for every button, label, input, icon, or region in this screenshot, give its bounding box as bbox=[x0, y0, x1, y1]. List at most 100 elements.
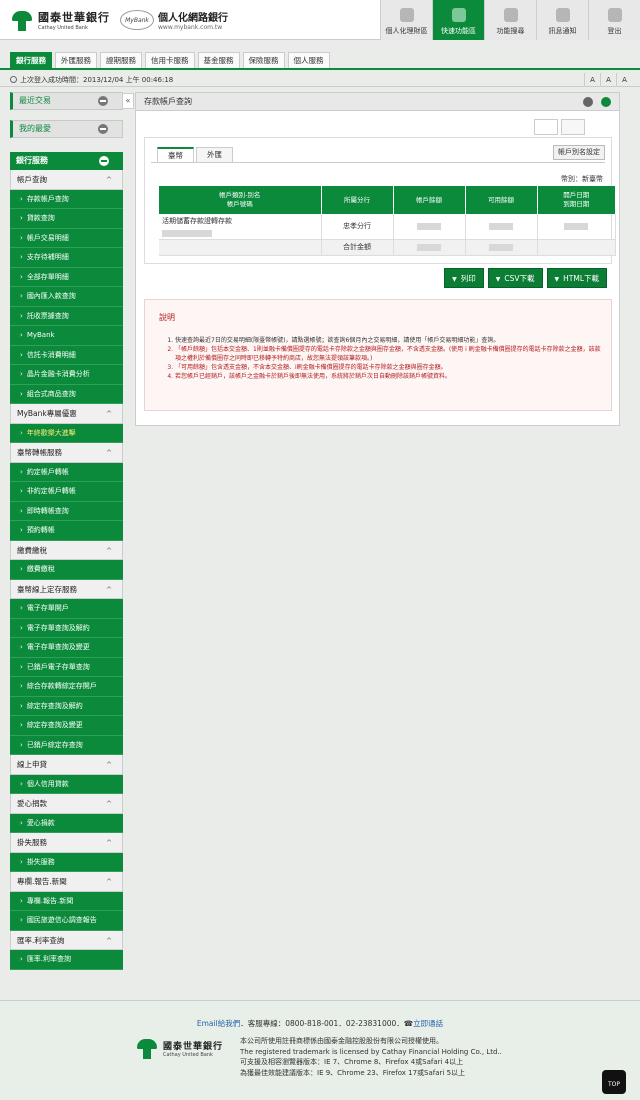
alias-settings-button[interactable]: 帳戶別名設定 bbox=[553, 145, 605, 160]
sidebar-category[interactable]: 掛失服務 bbox=[10, 833, 123, 853]
sidebar-item[interactable]: 預約轉帳 bbox=[10, 521, 123, 541]
sidebar-item[interactable]: 電子存單開戶 bbox=[10, 599, 123, 619]
tab-foreign[interactable]: 外匯 bbox=[196, 147, 233, 162]
email-link[interactable]: Email給我們 bbox=[197, 1019, 240, 1028]
settings-icon[interactable] bbox=[583, 97, 593, 107]
tab-fund[interactable]: 基金服務 bbox=[197, 52, 240, 68]
account-cell[interactable]: 活期儲蓄存款證轉存款 bbox=[159, 214, 322, 240]
sidebar-item[interactable]: 帳戶交易明細 bbox=[10, 228, 123, 248]
sidebar-category[interactable]: 專欄.報告.新聞 bbox=[10, 872, 123, 892]
font-small-button[interactable]: A bbox=[584, 73, 600, 86]
sidebar-item[interactable]: 電子存單查詢及解約 bbox=[10, 618, 123, 638]
sidebar-item[interactable]: 愛心捐款 bbox=[10, 813, 123, 833]
sidebar-item[interactable]: 年終歡樂大進擊 bbox=[10, 423, 123, 443]
sidebar-item[interactable]: 即時轉帳查詢 bbox=[10, 501, 123, 521]
nav-quick[interactable]: 快速功能區 bbox=[432, 0, 484, 40]
col-account: 帳戶類別-別名 帳戶號碼 bbox=[159, 186, 322, 214]
sidebar-category[interactable]: 帳戶查詢 bbox=[10, 170, 123, 190]
nav-logout[interactable]: 登出 bbox=[588, 0, 640, 40]
sidebar-item[interactable]: 專欄.報告.新聞 bbox=[10, 891, 123, 911]
csv-download-button[interactable]: CSV下載 bbox=[487, 268, 543, 288]
collapse-panel-icon[interactable] bbox=[601, 97, 611, 107]
collapse-icon[interactable] bbox=[99, 156, 109, 166]
nav-search[interactable]: 功能搜尋 bbox=[484, 0, 536, 40]
note-item: 若您帳戶已經銷戶，該帳戶之金融卡於銷戶後即無法使用，系統將於銷戶次日自動刪除該銷… bbox=[175, 372, 601, 381]
sidebar-category[interactable]: 繳費繳稅 bbox=[10, 540, 123, 560]
total-label: 合計金額 bbox=[321, 239, 394, 256]
login-info-bar: 上次登入成功時間：2013/12/04 上午 00:46:18 A A A bbox=[0, 73, 640, 87]
balance-cell bbox=[393, 214, 466, 240]
back-to-top-button[interactable]: TOP bbox=[602, 1070, 626, 1094]
header: 國泰世華銀行 Cathay United Bank MyBank 個人化網路銀行 w… bbox=[0, 0, 640, 40]
sidebar-item[interactable]: 綜定存查詢及變更 bbox=[10, 716, 123, 736]
sidebar-item[interactable]: 託收票據查詢 bbox=[10, 306, 123, 326]
call-now-link[interactable]: 立即通話 bbox=[413, 1019, 443, 1028]
sidebar-category[interactable]: MyBank專屬優惠 bbox=[10, 404, 123, 424]
tab-personal[interactable]: 個人服務 bbox=[287, 52, 330, 68]
my-favorites[interactable]: 我的最愛 bbox=[10, 120, 123, 138]
currency-tabs: 臺幣 外匯 bbox=[157, 147, 235, 162]
sidebar-item[interactable]: 組合式商品查詢 bbox=[10, 384, 123, 404]
total-available bbox=[465, 239, 538, 256]
sidebar-category[interactable]: 匯率.利率查詢 bbox=[10, 930, 123, 950]
page-title: 存款帳戶查詢 bbox=[144, 97, 192, 106]
view-switcher bbox=[531, 119, 585, 135]
print-button[interactable]: 列印 bbox=[444, 268, 484, 288]
sidebar-item[interactable]: 已銷戶綜定存查詢 bbox=[10, 735, 123, 755]
bank-services-header[interactable]: 銀行服務 bbox=[10, 152, 123, 170]
sidebar-item[interactable]: 綜定存查詢及解約 bbox=[10, 696, 123, 716]
total-row: 合計金額 bbox=[159, 239, 616, 256]
tab-securities[interactable]: 證期服務 bbox=[100, 52, 142, 68]
nav-personal[interactable]: 個人化理財區 bbox=[380, 0, 432, 40]
grid-view-icon[interactable] bbox=[561, 119, 585, 135]
sidebar-category[interactable]: 臺幣線上定存服務 bbox=[10, 579, 123, 599]
tab-twd[interactable]: 臺幣 bbox=[157, 147, 194, 162]
notes-box: 說明 快速查詢最近7日的交易明細(限臺幣帳號)，請點選帳號；欲查詢6個月內之交易… bbox=[144, 299, 612, 411]
sidebar-item[interactable]: 國民旅遊信心調查報告 bbox=[10, 911, 123, 931]
cathay-logo[interactable]: 國泰世華銀行 Cathay United Bank bbox=[10, 8, 110, 32]
sidebar-item[interactable]: 匯率.利率查詢 bbox=[10, 950, 123, 970]
search-icon bbox=[503, 8, 518, 22]
collapse-icon[interactable] bbox=[98, 96, 108, 106]
sidebar-item[interactable]: 約定帳戶轉帳 bbox=[10, 462, 123, 482]
sidebar-item[interactable]: 非約定帳戶轉帳 bbox=[10, 482, 123, 502]
tab-bank[interactable]: 銀行服務 bbox=[10, 52, 52, 68]
col-available: 可用餘額 bbox=[465, 186, 538, 214]
mybank-badge-icon: MyBank bbox=[120, 10, 154, 30]
sidebar-item[interactable]: 全部存單明細 bbox=[10, 267, 123, 287]
account-type[interactable]: 活期儲蓄存款證轉存款 bbox=[162, 217, 232, 225]
mybank-logo[interactable]: MyBank 個人化網路銀行 www.mybank.com.tw bbox=[120, 8, 228, 32]
sidebar-category[interactable]: 臺幣轉帳服務 bbox=[10, 443, 123, 463]
tab-credit-card[interactable]: 信用卡服務 bbox=[145, 52, 195, 68]
html-download-button[interactable]: HTML下載 bbox=[546, 268, 607, 288]
tab-insurance[interactable]: 保險服務 bbox=[242, 52, 285, 68]
font-medium-button[interactable]: A bbox=[600, 73, 616, 86]
recent-transactions[interactable]: 最近交易 « bbox=[10, 92, 134, 110]
sidebar-category[interactable]: 線上申貸 bbox=[10, 755, 123, 775]
sidebar-item[interactable]: 電子存單查詢及變更 bbox=[10, 638, 123, 658]
collapse-icon[interactable] bbox=[98, 124, 108, 134]
account-table: 帳戶類別-別名 帳戶號碼 所屬分行 帳戶餘額 可用餘額 開戶日期 到期日期 活期儲蓄… bbox=[159, 186, 616, 256]
sidebar-item[interactable]: 國內匯入款查詢 bbox=[10, 287, 123, 307]
sidebar-item[interactable]: 貸款查詢 bbox=[10, 209, 123, 229]
currency-label: 幣別：新臺幣 bbox=[561, 175, 603, 183]
table-row[interactable]: 活期儲蓄存款證轉存款 忠孝分行 bbox=[159, 214, 616, 240]
sidebar-item[interactable]: 繳費繳稅 bbox=[10, 560, 123, 580]
sidebar-item[interactable]: 信託卡消費明細 bbox=[10, 345, 123, 365]
font-large-button[interactable]: A bbox=[616, 73, 632, 86]
logo-en: Cathay United Bank bbox=[38, 25, 88, 31]
sidebar-item[interactable]: 已銷戶電子存單查詢 bbox=[10, 657, 123, 677]
sidebar-toggle-icon[interactable]: « bbox=[122, 93, 134, 109]
sidebar-category[interactable]: 愛心捐款 bbox=[10, 794, 123, 814]
list-view-icon[interactable] bbox=[534, 119, 558, 135]
sidebar-item[interactable]: 支存待補明細 bbox=[10, 248, 123, 268]
sidebar-item[interactable]: 晶片金融卡消費分析 bbox=[10, 365, 123, 385]
sidebar-item[interactable]: 存款帳戶查詢 bbox=[10, 189, 123, 209]
sidebar-item[interactable]: 掛失服務 bbox=[10, 852, 123, 872]
sidebar-item[interactable]: 綜合存款轉綜定存開戶 bbox=[10, 677, 123, 697]
sidebar-item[interactable]: MyBank bbox=[10, 326, 123, 346]
tab-forex[interactable]: 外匯服務 bbox=[55, 52, 97, 68]
sidebar-item[interactable]: 個人信用貸款 bbox=[10, 774, 123, 794]
main-tabs: 銀行服務 外匯服務 證期服務 信用卡服務 基金服務 保險服務 個人服務 bbox=[0, 50, 640, 70]
nav-messages[interactable]: 訊息通知 bbox=[536, 0, 588, 40]
